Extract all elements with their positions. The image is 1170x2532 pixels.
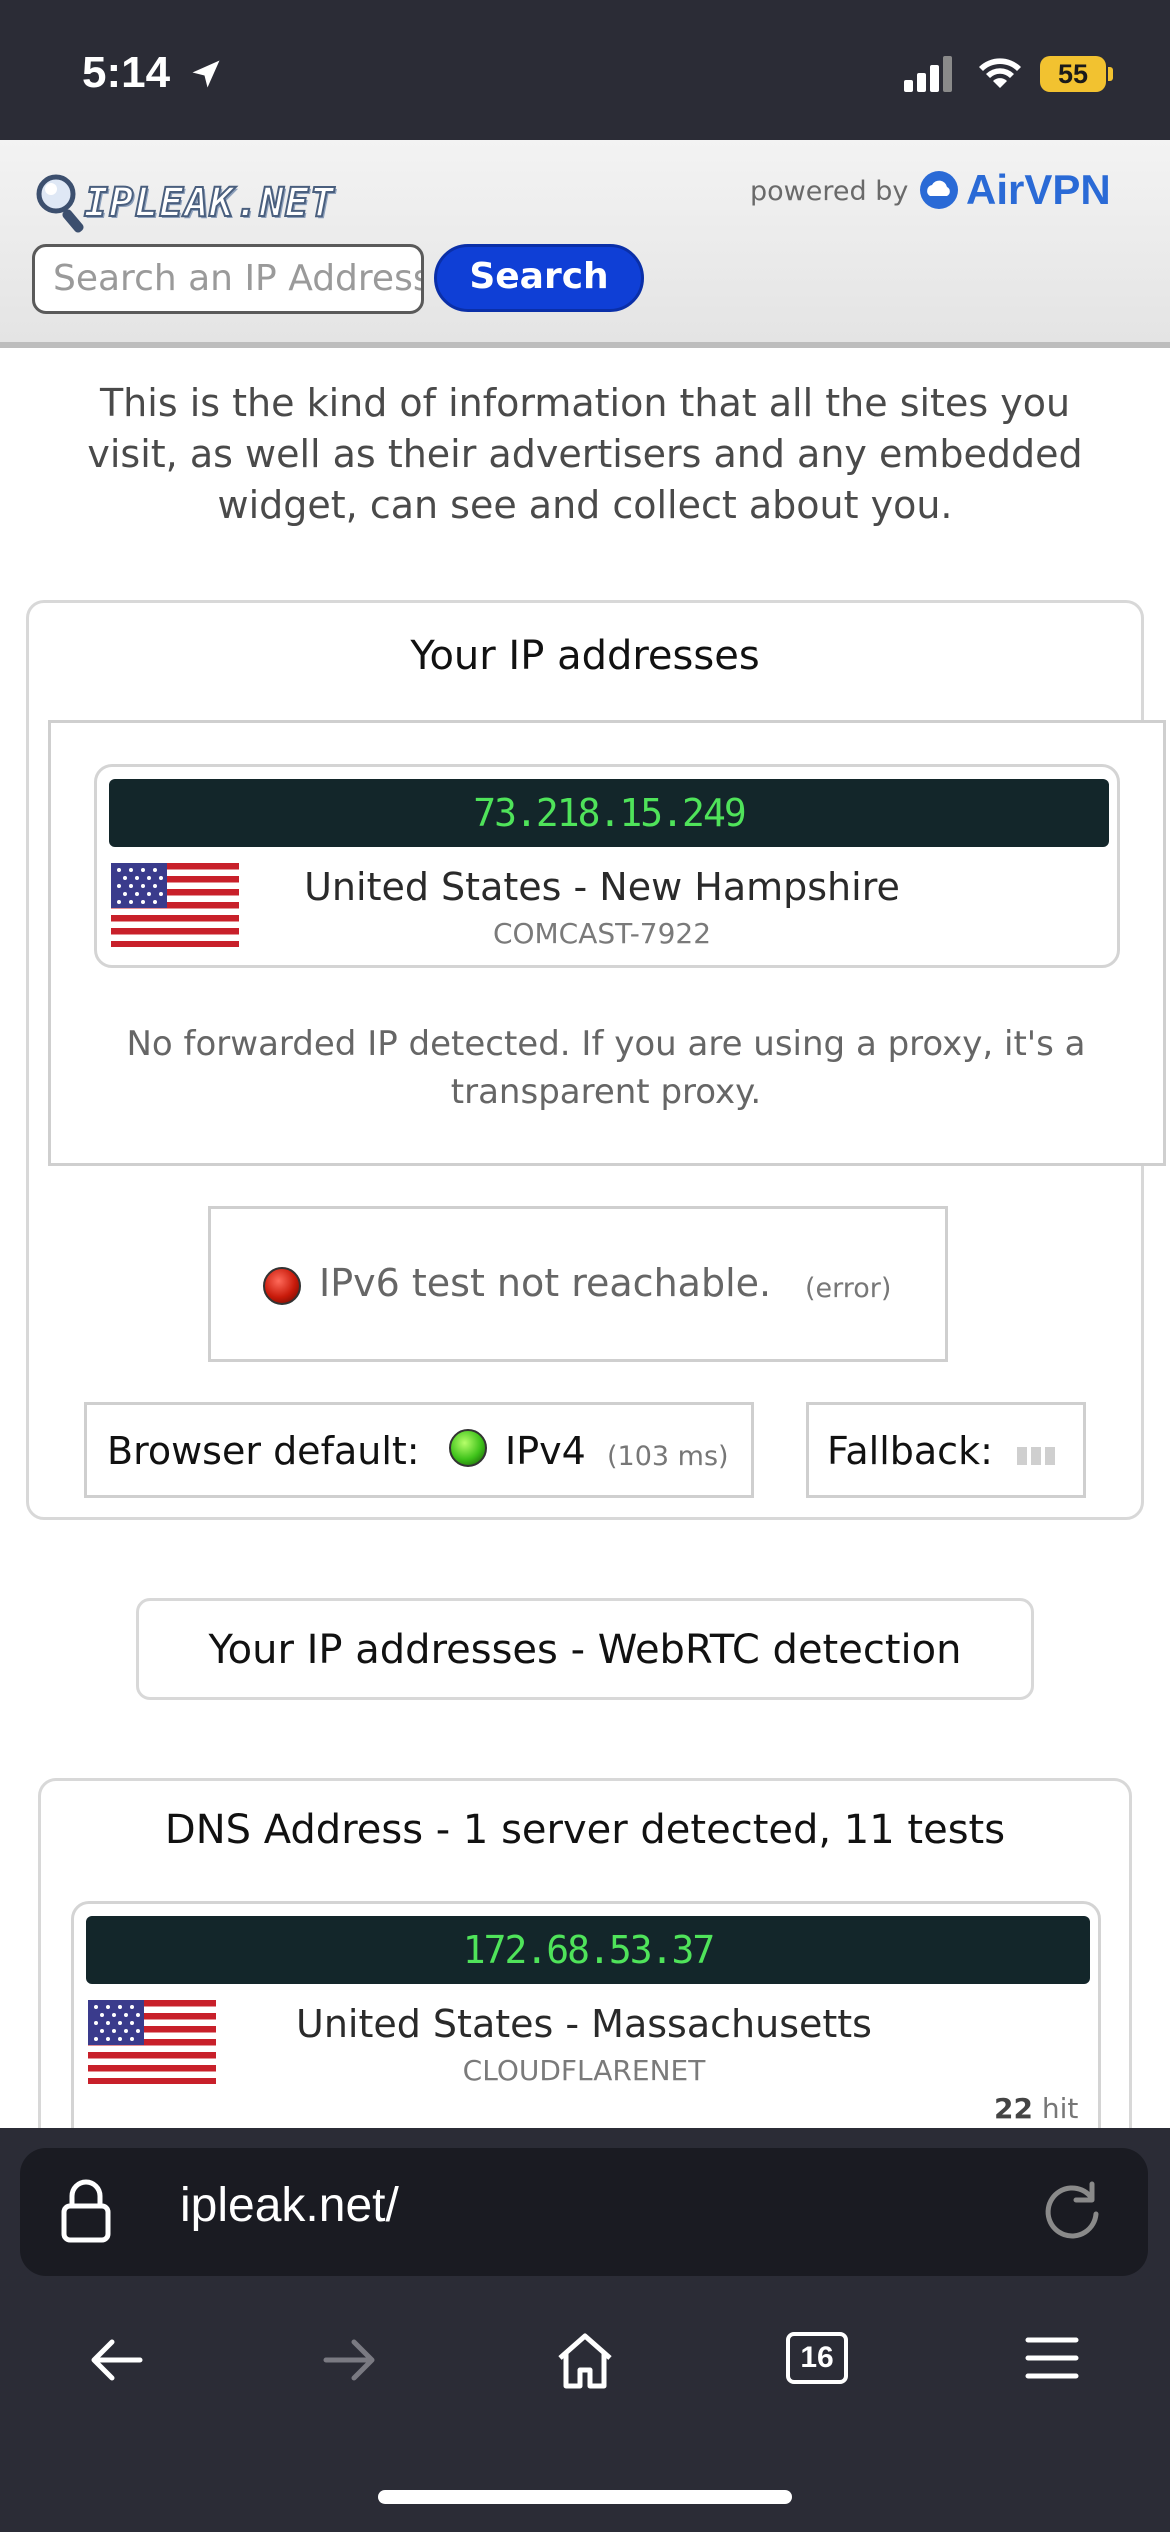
browser-default-protocol: IPv4 <box>505 1429 586 1473</box>
dns-hit-count: 22 hit <box>994 2092 1078 2125</box>
ip-location: United States - New Hampshire <box>304 865 900 909</box>
reload-icon[interactable] <box>1040 2178 1104 2242</box>
ip-card: 73.218.15.249 United States - New Hampsh… <box>94 764 1120 968</box>
browser-default-latency: (103 ms) <box>607 1441 729 1472</box>
home-indicator <box>378 2490 792 2504</box>
us-flag-icon <box>88 2000 216 2084</box>
search-button[interactable]: Search <box>434 244 644 312</box>
ipv6-status-text: IPv6 test not reachable. <box>319 1261 772 1305</box>
red-status-dot <box>263 1267 301 1305</box>
ip-search-input[interactable]: Search an IP Address <box>32 244 424 314</box>
battery-indicator: 55 <box>1040 56 1106 92</box>
cellular-signal-icon <box>904 56 952 92</box>
tabs-button[interactable]: 16 <box>786 2332 848 2384</box>
url-text[interactable]: ipleak.net/ <box>180 2178 399 2233</box>
status-time: 5:14 <box>82 48 171 97</box>
forward-arrow-icon[interactable] <box>320 2330 380 2390</box>
ip-isp: COMCAST-7922 <box>492 917 712 950</box>
hit-label: hit <box>1041 2092 1079 2125</box>
intro-text: This is the kind of information that all… <box>87 381 1083 527</box>
ip-address-display: 73.218.15.249 <box>109 779 1109 847</box>
dns-address-panel: DNS Address - 1 server detected, 11 test… <box>38 1778 1132 2201</box>
status-bar: 5:14 55 <box>0 0 1170 140</box>
loading-icon <box>1017 1447 1055 1465</box>
forwarded-ip-note: No forwarded IP detected. If you are usi… <box>126 1024 1086 1112</box>
webrtc-button-label: Your IP addresses - WebRTC detection <box>208 1627 962 1673</box>
powered-by-label: powered by <box>750 176 909 207</box>
location-arrow-icon <box>192 60 220 88</box>
ipleak-logo[interactable]: IPLEAK.NET <box>34 172 364 236</box>
menu-icon[interactable] <box>1024 2330 1080 2386</box>
battery-tip <box>1108 67 1113 81</box>
home-icon[interactable] <box>554 2330 616 2392</box>
back-arrow-icon[interactable] <box>86 2330 146 2390</box>
airvpn-brand-link[interactable]: AirVPN <box>920 166 1111 214</box>
ipv6-error-label: (error) <box>805 1273 892 1304</box>
browser-default-label: Browser default: <box>107 1429 420 1473</box>
fallback-label: Fallback: <box>827 1429 993 1473</box>
ip-panel-title: Your IP addresses <box>410 633 760 679</box>
green-status-dot <box>449 1429 487 1467</box>
hit-number: 22 <box>994 2092 1033 2125</box>
airvpn-brand-name: AirVPN <box>966 166 1111 213</box>
site-header: IPLEAK.NET powered by AirVPN Search an I… <box>0 140 1170 348</box>
airvpn-cloud-icon <box>920 171 958 209</box>
logo-text: IPLEAK.NET <box>83 179 335 227</box>
us-flag-icon <box>111 863 239 947</box>
dns-panel-title: DNS Address - 1 server detected, 11 test… <box>164 1807 1006 1853</box>
dns-ip-display: 172.68.53.37 <box>86 1916 1090 1984</box>
webrtc-detection-button[interactable]: Your IP addresses - WebRTC detection <box>136 1598 1034 1700</box>
wifi-icon <box>979 58 1021 88</box>
dns-isp: CLOUDFLARENET <box>462 2054 706 2087</box>
dns-location: United States - Massachusetts <box>296 2002 872 2046</box>
fallback-box: Fallback: <box>806 1402 1086 1498</box>
lock-icon <box>61 2179 111 2243</box>
ipv6-test-box: IPv6 test not reachable. (error) <box>208 1206 948 1362</box>
browser-default-box: Browser default: IPv4 (103 ms) <box>84 1402 754 1498</box>
